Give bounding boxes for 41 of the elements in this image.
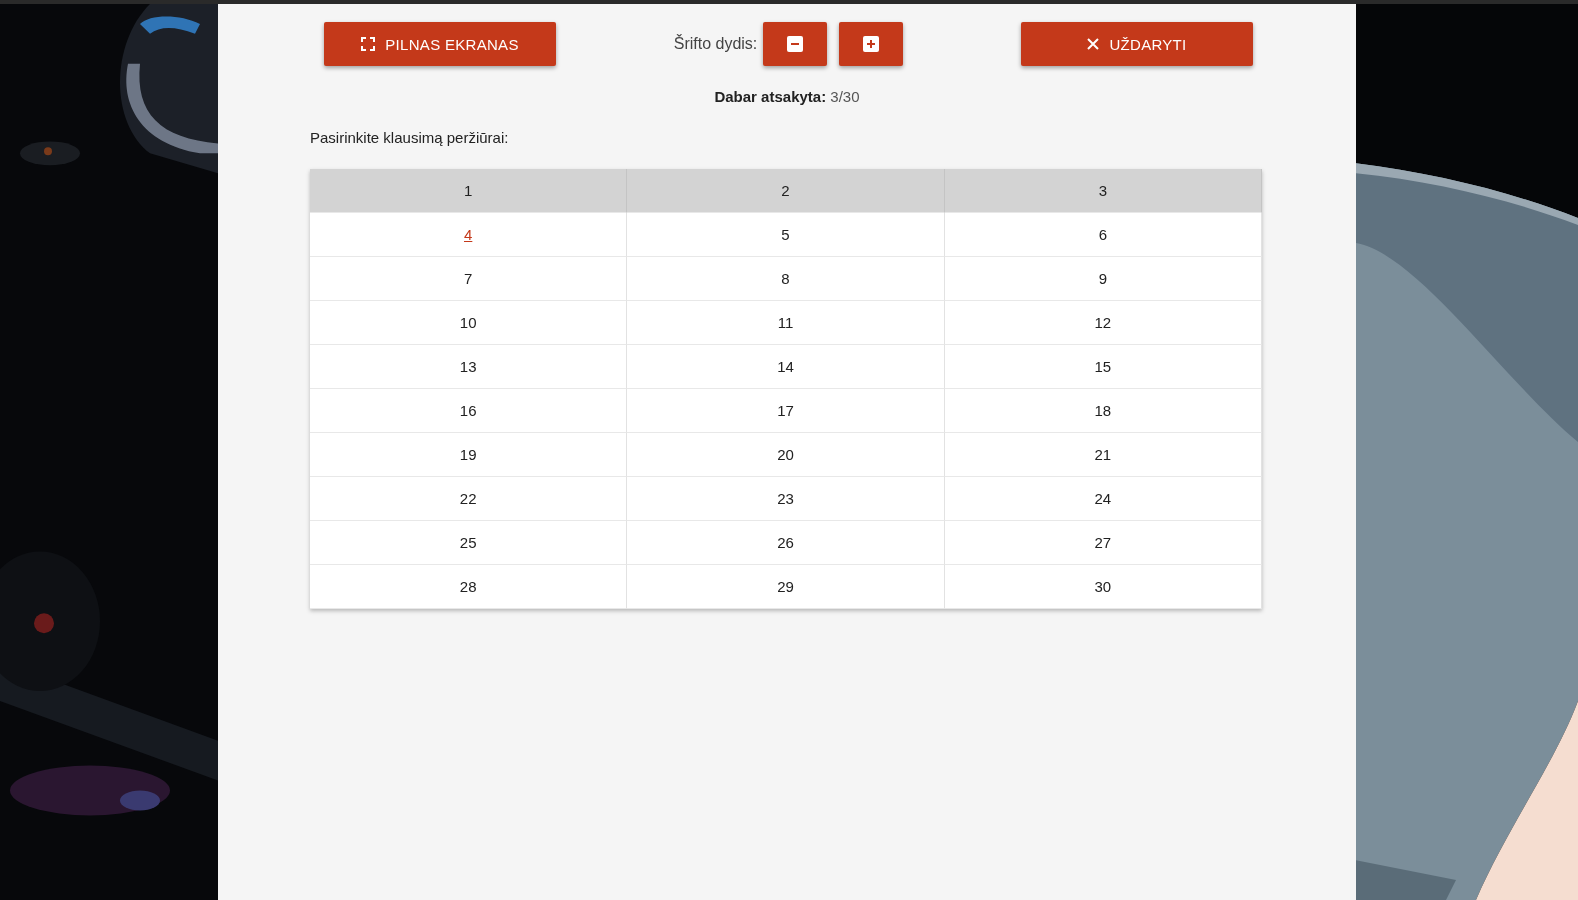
question-cell[interactable]: 21 <box>944 433 1262 477</box>
question-cell[interactable]: 5 <box>627 213 945 257</box>
question-cell[interactable]: 15 <box>944 345 1262 389</box>
question-cell[interactable]: 8 <box>627 257 945 301</box>
question-cell[interactable]: 13 <box>310 345 628 389</box>
question-cell[interactable]: 25 <box>310 521 628 565</box>
progress-text: Dabar atsakyta: 3/30 <box>713 88 861 105</box>
increase-font-button[interactable] <box>839 22 904 66</box>
question-cell[interactable]: 1 <box>310 169 628 213</box>
question-cell[interactable]: 24 <box>944 477 1262 521</box>
prompt-text: Pasirinkite klausimą peržiūrai: <box>310 129 510 146</box>
question-cell[interactable]: 27 <box>944 521 1262 565</box>
question-cell[interactable]: 19 <box>310 433 628 477</box>
question-cell[interactable]: 3 <box>944 169 1262 213</box>
question-cell[interactable]: 28 <box>310 565 628 609</box>
question-cell[interactable]: 18 <box>944 389 1262 433</box>
minus-icon <box>787 36 804 52</box>
fullscreen-icon <box>361 37 376 51</box>
question-cell[interactable]: 20 <box>627 433 945 477</box>
close-icon <box>1087 38 1100 50</box>
question-cell[interactable]: 10 <box>310 301 628 345</box>
font-size-label: Šrifto dydis: <box>673 35 758 53</box>
question-cell[interactable]: 2 <box>627 169 945 213</box>
question-cell[interactable]: 9 <box>944 257 1262 301</box>
question-cell[interactable]: 7 <box>310 257 628 301</box>
question-cell[interactable]: 14 <box>627 345 945 389</box>
fullscreen-button[interactable]: PILNAS EKRANAS <box>324 22 556 66</box>
close-button[interactable]: UŽDARYTI <box>1021 22 1253 66</box>
question-cell[interactable]: 6 <box>944 213 1262 257</box>
question-cell[interactable]: 22 <box>310 477 628 521</box>
question-cell[interactable]: 30 <box>944 565 1262 609</box>
question-cell[interactable]: 17 <box>627 389 945 433</box>
question-cell[interactable]: 26 <box>627 521 945 565</box>
question-cell[interactable]: 29 <box>627 565 945 609</box>
question-cell[interactable]: 4 <box>310 213 628 257</box>
decrease-font-button[interactable] <box>763 22 828 66</box>
question-cell[interactable]: 23 <box>627 477 945 521</box>
question-cell[interactable]: 12 <box>944 301 1262 345</box>
question-cell[interactable]: 16 <box>310 389 628 433</box>
plus-icon <box>863 36 880 52</box>
question-cell[interactable]: 11 <box>627 301 945 345</box>
